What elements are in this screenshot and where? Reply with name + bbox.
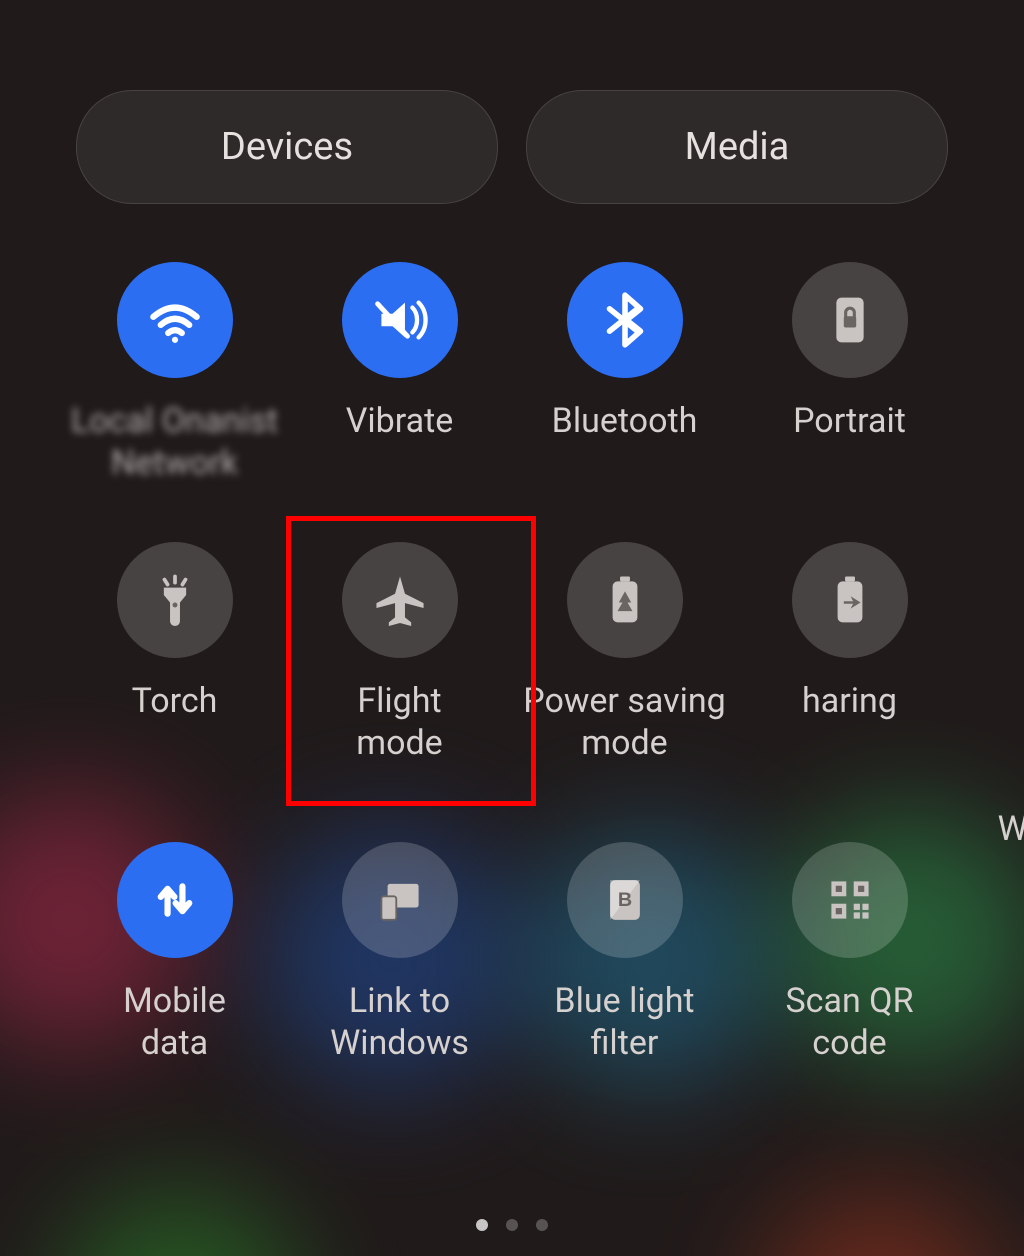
tile-link-to-windows[interactable]: Link to Windows bbox=[287, 842, 512, 1092]
tile-label: Power saving mode bbox=[523, 680, 726, 764]
tile-label: Mobile data bbox=[123, 980, 226, 1064]
tile-label: Wi bbox=[998, 808, 1024, 850]
tile-label: Local Onanist Network bbox=[71, 400, 278, 484]
devices-label: Devices bbox=[221, 125, 353, 169]
tile-portrait-lock[interactable]: Portrait bbox=[737, 262, 962, 512]
tile-wifi[interactable]: Local Onanist Network bbox=[62, 262, 287, 512]
tile-vibrate[interactable]: Vibrate bbox=[287, 262, 512, 512]
tile-label: Torch bbox=[132, 680, 218, 722]
tile-blue-light-filter[interactable]: B Blue light filter bbox=[512, 842, 737, 1092]
devices-button[interactable]: Devices bbox=[76, 90, 498, 204]
tile-label: Flight mode bbox=[356, 680, 442, 764]
airplane-icon bbox=[342, 542, 458, 658]
page-dot[interactable] bbox=[476, 1219, 488, 1231]
blue-light-icon: B bbox=[567, 842, 683, 958]
page-indicator bbox=[0, 1219, 1024, 1231]
tile-sharing[interactable]: haring bbox=[737, 542, 962, 812]
media-button[interactable]: Media bbox=[526, 90, 948, 204]
tile-mobile-data[interactable]: Mobile data bbox=[62, 842, 287, 1092]
svg-text:B: B bbox=[617, 889, 631, 911]
mobile-data-icon bbox=[117, 842, 233, 958]
page-dot[interactable] bbox=[506, 1219, 518, 1231]
wifi-icon bbox=[117, 262, 233, 378]
tile-scan-qr[interactable]: Scan QR code bbox=[737, 842, 962, 1092]
tile-power-saving[interactable]: Power saving mode bbox=[512, 542, 737, 812]
tile-label: Bluetooth bbox=[552, 400, 698, 442]
portrait-lock-icon bbox=[792, 262, 908, 378]
quick-settings-grid: Local Onanist Network Vibrate Bluetooth bbox=[40, 262, 984, 1092]
tile-torch[interactable]: Torch bbox=[62, 542, 287, 812]
vibrate-icon bbox=[342, 262, 458, 378]
tile-bluetooth[interactable]: Bluetooth bbox=[512, 262, 737, 512]
tile-label: Portrait bbox=[793, 400, 906, 442]
qr-icon bbox=[792, 842, 908, 958]
battery-recycle-icon bbox=[567, 542, 683, 658]
tile-label: Link to Windows bbox=[330, 980, 469, 1064]
tile-flight-mode[interactable]: Flight mode bbox=[287, 542, 512, 812]
tile-wireless-partial[interactable]: Wi bbox=[944, 638, 1024, 754]
page-dot[interactable] bbox=[536, 1219, 548, 1231]
torch-icon bbox=[117, 542, 233, 658]
link-windows-icon bbox=[342, 842, 458, 958]
battery-share-icon bbox=[792, 542, 908, 658]
bluetooth-icon bbox=[567, 262, 683, 378]
tile-label: haring bbox=[802, 680, 897, 722]
tile-label: Blue light filter bbox=[554, 980, 694, 1064]
media-label: Media bbox=[685, 125, 790, 169]
tile-label: Vibrate bbox=[346, 400, 454, 442]
tile-label: Scan QR code bbox=[785, 980, 913, 1064]
